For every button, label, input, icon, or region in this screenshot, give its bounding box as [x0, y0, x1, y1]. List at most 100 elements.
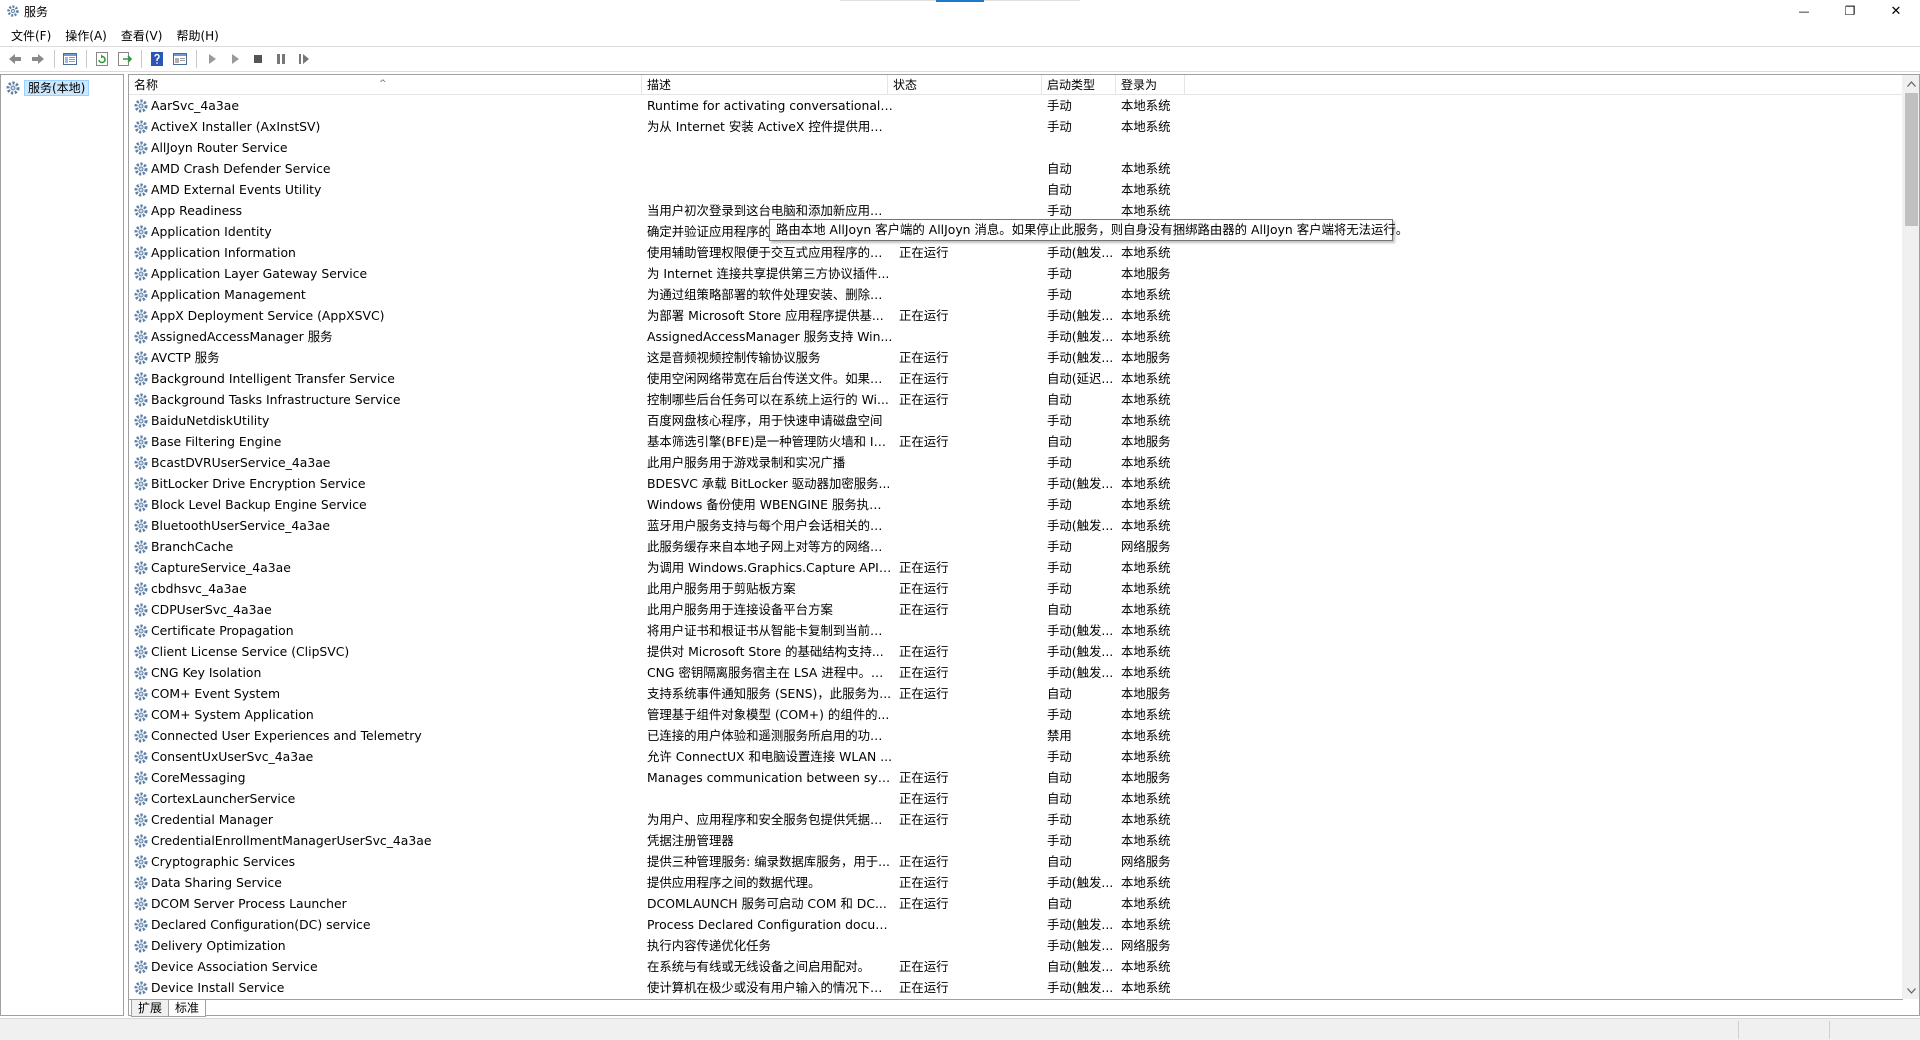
service-log-on-as: [1121, 137, 1181, 158]
service-row[interactable]: Delivery Optimization 执行内容传递优化任务 手动(触发... 网…: [129, 935, 1903, 956]
service-gear-icon: [134, 498, 148, 511]
service-row[interactable]: AppX Deployment Service (AppXSVC) 为部署 Mic…: [129, 305, 1903, 326]
service-row[interactable]: Connected User Experiences and Telemetry…: [129, 725, 1903, 746]
service-startup-type: 手动: [1047, 812, 1072, 827]
service-status: [893, 410, 1043, 431]
service-description: 百度网盘核心程序，用于快速申请磁盘空间: [647, 413, 883, 428]
service-row[interactable]: Declared Configuration(DC) service Proces…: [129, 914, 1903, 935]
service-row[interactable]: Device Association Service 在系统与有线或无线设备之间启…: [129, 956, 1903, 977]
forward-button[interactable]: [27, 48, 49, 70]
service-row[interactable]: COM+ System Application 管理基于组件对象模型 (COM+)…: [129, 704, 1903, 725]
service-row[interactable]: Data Sharing Service 提供应用程序之间的数据代理。 正在运行 手动…: [129, 872, 1903, 893]
service-row[interactable]: Background Tasks Infrastructure Service 控…: [129, 389, 1903, 410]
help-button[interactable]: [146, 48, 168, 70]
restore-button[interactable]: ❐: [1827, 0, 1873, 22]
vertical-scrollbar[interactable]: [1902, 75, 1919, 999]
service-row[interactable]: CaptureService_4a3ae 为调用 Windows.Graphics…: [129, 557, 1903, 578]
service-row[interactable]: Device Install Service 使计算机在极少或没有用户输入的情况下…: [129, 977, 1903, 998]
service-row[interactable]: cbdhsvc_4a3ae 此用户服务用于剪贴板方案 正在运行 手动 本地系统: [129, 578, 1903, 599]
column-header-startup-type[interactable]: 启动类型: [1042, 75, 1116, 95]
service-row[interactable]: AMD Crash Defender Service 自动 本地系统: [129, 158, 1903, 179]
service-row[interactable]: AarSvc_4a3ae Runtime for activating conve…: [129, 95, 1903, 116]
service-status: 正在运行: [899, 434, 949, 449]
menu-action[interactable]: 操作(A): [58, 25, 114, 46]
tab-extended[interactable]: 扩展: [131, 1000, 170, 1017]
service-row[interactable]: CoreMessaging Manages communication betwe…: [129, 767, 1903, 788]
service-status: 正在运行: [899, 665, 949, 680]
service-name-cell: ConsentUxUserSvc_4a3ae: [133, 746, 643, 767]
service-row[interactable]: CortexLauncherService 正在运行 自动 本地系统: [129, 788, 1903, 809]
service-description: Windows 备份使用 WBENGINE 服务执行...: [647, 497, 893, 512]
service-name-cell: DCOM Server Process Launcher: [133, 893, 643, 914]
service-row[interactable]: BcastDVRUserService_4a3ae 此用户服务用于游戏录制和实况广…: [129, 452, 1903, 473]
service-row[interactable]: Certificate Propagation 将用户证书和根证书从智能卡复制到当…: [129, 620, 1903, 641]
menu-help[interactable]: 帮助(H): [169, 25, 225, 46]
service-gear-icon: [134, 561, 148, 574]
column-header-name[interactable]: 名称 ^: [129, 75, 642, 95]
column-header-status[interactable]: 状态: [888, 75, 1042, 95]
service-row[interactable]: AVCTP 服务 这是音频视频控制传输协议服务 正在运行 手动(触发... 本地服务: [129, 347, 1903, 368]
service-row[interactable]: CredentialEnrollmentManagerUserSvc_4a3ae…: [129, 830, 1903, 851]
service-gear-icon: [134, 855, 148, 868]
service-row[interactable]: BranchCache 此服务缓存来自本地子网上对等方的网络内... 手动 网络服务: [129, 536, 1903, 557]
service-row[interactable]: Credential Manager 为用户、应用程序和安全服务包提供凭据的...…: [129, 809, 1903, 830]
service-name: Declared Configuration(DC) service: [151, 917, 371, 932]
column-header-description[interactable]: 描述: [642, 75, 888, 95]
refresh-button[interactable]: [91, 48, 113, 70]
properties-icon: [173, 53, 187, 65]
properties-button[interactable]: [169, 48, 191, 70]
service-row[interactable]: Application Information 使用辅助管理权限便于交互式应用程序…: [129, 242, 1903, 263]
service-row[interactable]: AMD External Events Utility 自动 本地系统: [129, 179, 1903, 200]
service-row[interactable]: AllJoyn Router Service: [129, 137, 1903, 158]
scroll-up-button[interactable]: [1903, 75, 1920, 92]
service-name: Background Tasks Infrastructure Service: [151, 392, 401, 407]
stop-service-button[interactable]: [247, 48, 269, 70]
services-window: 服务 — ❐ ✕ 文件(F) 操作(A) 查看(V) 帮助(H) 服务(本地) …: [0, 0, 1920, 1040]
pause-service-button[interactable]: [270, 48, 292, 70]
scroll-down-button[interactable]: [1903, 982, 1920, 999]
service-row[interactable]: BitLocker Drive Encryption Service BDESVC…: [129, 473, 1903, 494]
service-row[interactable]: ActiveX Installer (AxInstSV) 为从 Internet …: [129, 116, 1903, 137]
service-row[interactable]: Base Filtering Engine 基本筛选引擎(BFE)是一种管理防火墙…: [129, 431, 1903, 452]
menu-view[interactable]: 查看(V): [114, 25, 170, 46]
service-row[interactable]: CNG Key Isolation CNG 密钥隔离服务宿主在 LSA 进程中。如…: [129, 662, 1903, 683]
service-row[interactable]: Application Management 为通过组策略部署的软件处理安装、删除…: [129, 284, 1903, 305]
service-row[interactable]: DCOM Server Process Launcher DCOMLAUNCH 服…: [129, 893, 1903, 914]
service-row[interactable]: Background Intelligent Transfer Service 使…: [129, 368, 1903, 389]
show-hide-tree-button[interactable]: [59, 48, 81, 70]
tab-standard[interactable]: 标准: [168, 1000, 207, 1017]
menu-file[interactable]: 文件(F): [4, 25, 58, 46]
export-list-button[interactable]: [114, 48, 136, 70]
service-row[interactable]: ConsentUxUserSvc_4a3ae 允许 ConnectUX 和电脑设置…: [129, 746, 1903, 767]
status-bar-divider: [1829, 1021, 1830, 1039]
tree-node-services-local[interactable]: 服务(本地): [5, 79, 90, 97]
scroll-thumb[interactable]: [1905, 93, 1918, 226]
service-row[interactable]: COM+ Event System 支持系统事件通知服务 (SENS)，此服务为.…: [129, 683, 1903, 704]
service-row[interactable]: AssignedAccessManager 服务 AssignedAccessMa…: [129, 326, 1903, 347]
service-status: 正在运行: [899, 875, 949, 890]
pause-service-icon: [277, 54, 285, 64]
service-row[interactable]: Block Level Backup Engine Service Windows…: [129, 494, 1903, 515]
service-description: 在系统与有线或无线设备之间启用配对。: [647, 959, 871, 974]
service-gear-icon: [134, 120, 148, 133]
close-button[interactable]: ✕: [1873, 0, 1919, 22]
restart-service-button[interactable]: [293, 48, 315, 70]
service-row[interactable]: Application Layer Gateway Service 为 Inter…: [129, 263, 1903, 284]
service-description: 当用户初次登录到这台电脑和添加新应用时...: [647, 203, 893, 218]
start-service-button[interactable]: [201, 48, 223, 70]
service-log-on-as: 本地系统: [1121, 707, 1171, 722]
service-row[interactable]: App Readiness 当用户初次登录到这台电脑和添加新应用时... 手动 本地系…: [129, 200, 1903, 221]
service-row[interactable]: Cryptographic Services 提供三种管理服务: 编录数据库服务，…: [129, 851, 1903, 872]
service-description: Runtime for activating conversational a.…: [647, 98, 893, 113]
start-service-alt-button[interactable]: [224, 48, 246, 70]
service-row[interactable]: CDPUserSvc_4a3ae 此用户服务用于连接设备平台方案 正在运行 自动 本地系…: [129, 599, 1903, 620]
minimize-button[interactable]: —: [1781, 0, 1827, 22]
service-row[interactable]: Client License Service (ClipSVC) 提供对 Micr…: [129, 641, 1903, 662]
service-row[interactable]: BluetoothUserService_4a3ae 蓝牙用户服务支持与每个用户会…: [129, 515, 1903, 536]
back-button[interactable]: [4, 48, 26, 70]
column-header-log-on-as[interactable]: 登录为: [1116, 75, 1185, 95]
service-name: CredentialEnrollmentManagerUserSvc_4a3ae: [151, 833, 432, 848]
service-status: [893, 452, 1043, 473]
service-row[interactable]: BaiduNetdiskUtility 百度网盘核心程序，用于快速申请磁盘空间 手动…: [129, 410, 1903, 431]
service-startup-type: 手动: [1047, 203, 1072, 218]
